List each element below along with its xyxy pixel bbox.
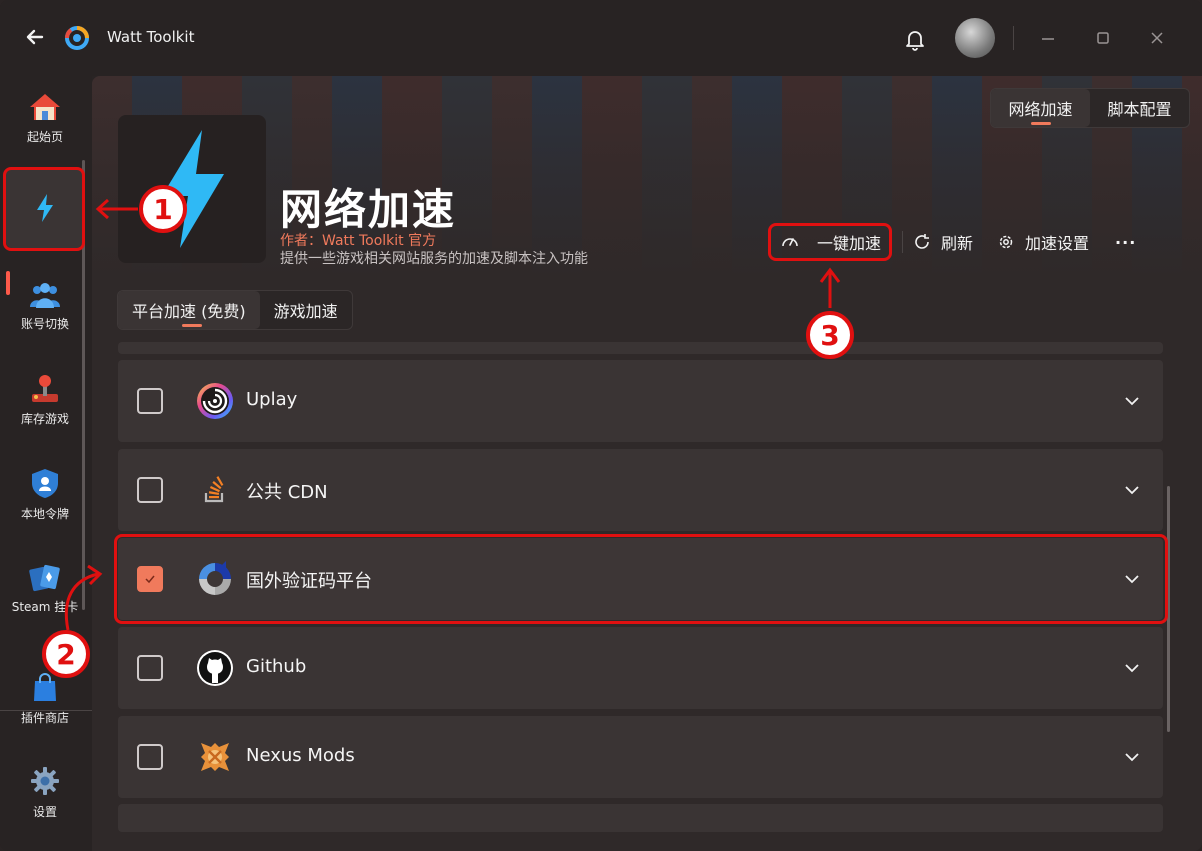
list-item-github[interactable]: Github bbox=[118, 627, 1163, 709]
plugin-author: 作者：Watt Toolkit 官方 bbox=[280, 233, 437, 249]
service-name: Nexus Mods bbox=[246, 745, 355, 766]
uplay-icon bbox=[194, 380, 236, 422]
sidebar-item-label: 起始页 bbox=[26, 129, 63, 144]
plugin-description: 提供一些游戏相关网站服务的加速及脚本注入功能 bbox=[280, 251, 588, 267]
check-icon bbox=[145, 575, 155, 584]
user-avatar[interactable] bbox=[955, 18, 995, 58]
more-icon: ··· bbox=[1115, 232, 1137, 252]
sidebar-item-label: 设置 bbox=[32, 804, 57, 819]
tab-network-accelerate[interactable]: 网络加速 bbox=[991, 89, 1090, 127]
annotation-marker-3: 3 bbox=[806, 311, 854, 359]
lightning-icon bbox=[37, 194, 53, 222]
annotation-marker-1: 1 bbox=[139, 185, 187, 233]
gear-icon bbox=[999, 235, 1013, 249]
bell-icon bbox=[906, 31, 924, 51]
service-name: 公共 CDN bbox=[246, 482, 328, 503]
service-checkbox[interactable] bbox=[137, 388, 163, 414]
plugin-title: 网络加速 bbox=[280, 185, 457, 234]
sidebar-item-network-accelerate[interactable] bbox=[6, 168, 84, 248]
sidebar-item-game-library[interactable]: 库存游戏 bbox=[6, 360, 84, 440]
one-click-accelerate-button[interactable]: 一键加速 bbox=[768, 223, 893, 261]
service-checkbox[interactable] bbox=[137, 655, 163, 681]
sidebar-item-account-switch[interactable]: 账号切换 bbox=[6, 266, 84, 346]
tab-game-accelerate[interactable]: 游戏加速 bbox=[260, 291, 352, 329]
chevron-down-icon[interactable] bbox=[1121, 568, 1143, 590]
refresh-button[interactable]: 刷新 bbox=[913, 224, 973, 260]
close-button[interactable] bbox=[1145, 26, 1169, 50]
service-checkbox[interactable] bbox=[137, 566, 163, 592]
annotation-marker-2: 2 bbox=[42, 630, 90, 678]
gear-icon bbox=[31, 766, 59, 795]
app-title: Watt Toolkit bbox=[107, 28, 195, 46]
list-item-captcha-platform[interactable]: 国外验证码平台 bbox=[118, 538, 1163, 620]
refresh-label: 刷新 bbox=[941, 234, 974, 253]
action-divider bbox=[902, 231, 904, 253]
sub-tabs: 平台加速 (免费) 游戏加速 bbox=[117, 290, 353, 330]
action-bar: 一键加速 刷新 加速设置 ··· bbox=[768, 223, 1136, 261]
nexus-icon bbox=[194, 736, 236, 778]
notification-button[interactable] bbox=[902, 26, 928, 52]
settings-label: 加速设置 bbox=[1025, 234, 1090, 253]
sidebar: 起始页 账号切换 库存游戏 本地令牌 Steam 挂卡 插件商店 设置 bbox=[0, 76, 92, 851]
chevron-down-icon[interactable] bbox=[1121, 746, 1143, 768]
plugin-icon bbox=[118, 115, 266, 263]
top-tabs: 网络加速 脚本配置 bbox=[990, 88, 1190, 128]
users-icon bbox=[30, 282, 60, 308]
sidebar-item-settings[interactable]: 设置 bbox=[6, 752, 84, 832]
service-name: Github bbox=[246, 656, 307, 677]
stackoverflow-icon bbox=[194, 469, 236, 511]
home-icon bbox=[30, 93, 60, 120]
back-button[interactable] bbox=[22, 24, 48, 50]
accelerate-settings-button[interactable]: 加速设置 bbox=[997, 224, 1089, 260]
sidebar-item-label: Steam 挂卡 bbox=[11, 599, 79, 614]
app-logo-icon bbox=[63, 24, 91, 52]
more-button[interactable]: ··· bbox=[1115, 224, 1136, 260]
service-checkbox[interactable] bbox=[137, 477, 163, 503]
close-icon bbox=[1151, 32, 1163, 44]
one-click-label: 一键加速 bbox=[817, 234, 882, 253]
list-item-uplay[interactable]: Uplay bbox=[118, 360, 1163, 442]
list-item-partial bbox=[118, 342, 1163, 354]
recaptcha-icon bbox=[194, 558, 236, 600]
title-bar: Watt Toolkit bbox=[0, 0, 1202, 76]
maximize-button[interactable] bbox=[1091, 26, 1115, 50]
service-name: Uplay bbox=[246, 389, 298, 410]
sidebar-item-label: 账号切换 bbox=[20, 316, 69, 331]
service-name: 国外验证码平台 bbox=[246, 571, 372, 592]
minimize-icon bbox=[1042, 38, 1054, 40]
chevron-down-icon[interactable] bbox=[1121, 657, 1143, 679]
app-window: Watt Toolkit 起始页 账号切换 库存游戏 本地令牌 Steam 挂卡… bbox=[0, 0, 1202, 851]
joystick-icon bbox=[32, 374, 58, 402]
speedometer-icon bbox=[782, 238, 798, 247]
main-content: 网络加速 脚本配置 网络加速 作者：Watt Toolkit 官方 提供一些游戏… bbox=[92, 76, 1202, 851]
tab-platform-accelerate[interactable]: 平台加速 (免费) bbox=[118, 291, 260, 329]
tab-script-config[interactable]: 脚本配置 bbox=[1090, 89, 1189, 127]
sidebar-item-label: 本地令牌 bbox=[20, 506, 69, 521]
list-item-nexus-mods[interactable]: Nexus Mods bbox=[118, 716, 1163, 798]
minimize-button[interactable] bbox=[1036, 26, 1060, 50]
service-list: Uplay 公共 CDN 国外验证码平台 Github Nexus Mods bbox=[118, 342, 1163, 832]
list-scrollbar[interactable] bbox=[1167, 486, 1170, 732]
list-item-public-cdn[interactable]: 公共 CDN bbox=[118, 449, 1163, 531]
arrow-left-icon bbox=[26, 29, 44, 45]
sidebar-item-steam-idle[interactable]: Steam 挂卡 bbox=[6, 548, 84, 628]
list-item-partial bbox=[118, 804, 1163, 832]
chevron-down-icon[interactable] bbox=[1121, 479, 1143, 501]
shield-icon bbox=[32, 468, 58, 498]
chevron-down-icon[interactable] bbox=[1121, 390, 1143, 412]
github-icon bbox=[194, 647, 236, 689]
sidebar-item-label: 插件商店 bbox=[20, 710, 69, 725]
sidebar-item-home[interactable]: 起始页 bbox=[6, 78, 84, 158]
cards-icon bbox=[29, 564, 60, 591]
titlebar-divider bbox=[1013, 26, 1014, 50]
service-checkbox[interactable] bbox=[137, 744, 163, 770]
maximize-icon bbox=[1097, 32, 1109, 44]
refresh-icon bbox=[915, 234, 930, 249]
sidebar-item-local-token[interactable]: 本地令牌 bbox=[6, 454, 84, 534]
sidebar-item-label: 库存游戏 bbox=[20, 411, 69, 426]
